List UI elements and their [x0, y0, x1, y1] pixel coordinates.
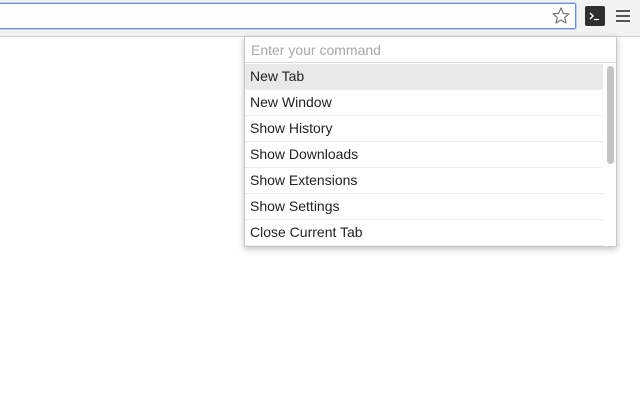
command-item-show-settings[interactable]: Show Settings: [245, 194, 603, 220]
star-icon[interactable]: [551, 6, 571, 26]
command-item-show-extensions[interactable]: Show Extensions: [245, 168, 603, 194]
command-popup: New Tab New Window Show History Show Dow…: [244, 36, 617, 247]
list-scrollbar[interactable]: [607, 66, 614, 164]
address-bar[interactable]: [0, 3, 576, 29]
terminal-icon: [589, 12, 599, 21]
command-item-show-downloads[interactable]: Show Downloads: [245, 142, 603, 168]
command-item-new-tab[interactable]: New Tab: [245, 64, 603, 90]
command-item-close-current-tab[interactable]: Close Current Tab: [245, 220, 603, 246]
browser-toolbar: [0, 0, 640, 37]
command-item-new-window[interactable]: New Window: [245, 90, 603, 116]
command-list: New Tab New Window Show History Show Dow…: [245, 64, 603, 246]
command-input[interactable]: [245, 37, 616, 63]
hamburger-menu-icon[interactable]: [614, 8, 632, 24]
terminal-extension-button[interactable]: [585, 6, 605, 26]
command-item-show-history[interactable]: Show History: [245, 116, 603, 142]
